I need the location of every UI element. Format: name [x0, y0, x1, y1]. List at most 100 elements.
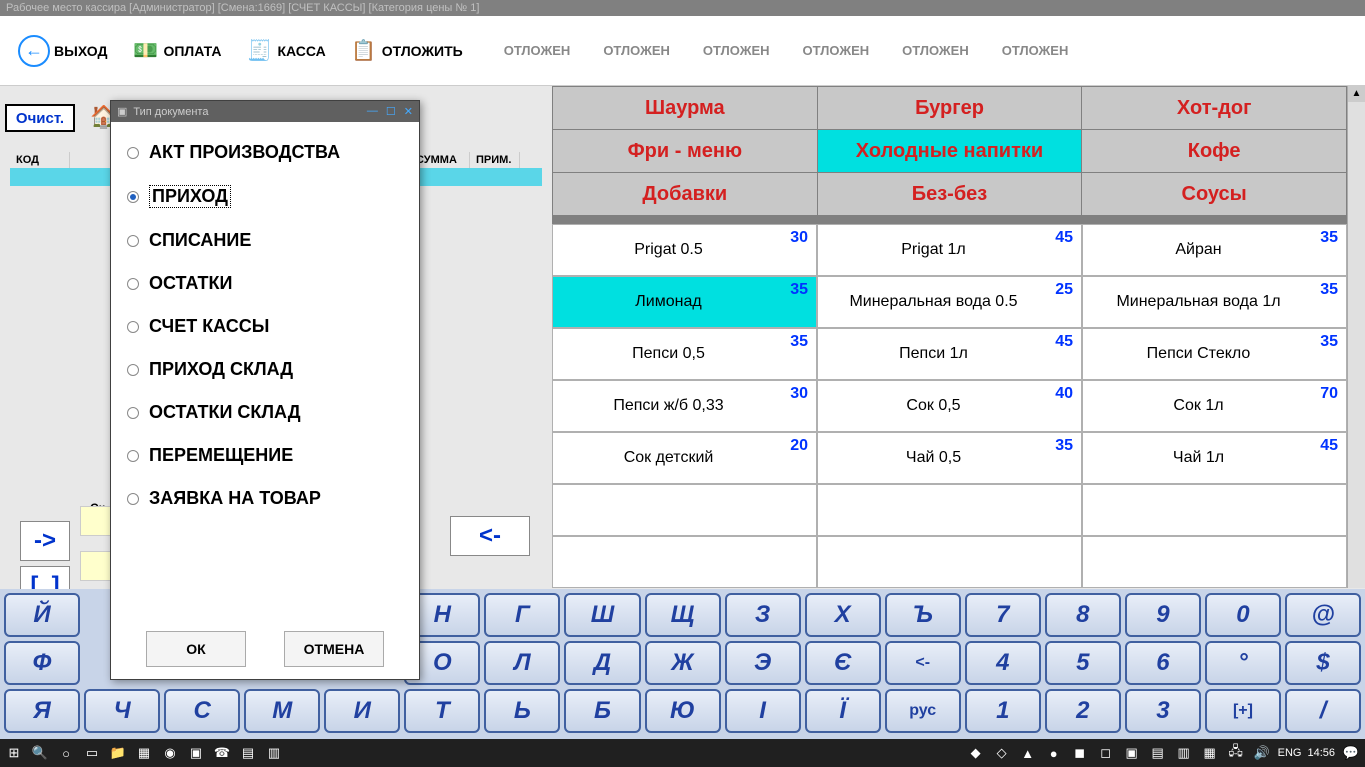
- category-5[interactable]: Кофе: [1082, 130, 1346, 172]
- product-14[interactable]: Чай 1л45: [1082, 432, 1347, 484]
- scrollbar[interactable]: ▲: [1347, 86, 1365, 588]
- key-2-14[interactable]: 3: [1125, 689, 1201, 733]
- delayed-6[interactable]: ОТЛОЖЕН: [1002, 43, 1069, 58]
- product-9[interactable]: Пепси ж/б 0,3330: [552, 380, 817, 432]
- product-empty[interactable]: [1082, 536, 1347, 588]
- key-0-9[interactable]: З: [725, 593, 801, 637]
- chrome-icon[interactable]: ◉: [160, 743, 180, 763]
- app-icon-2[interactable]: ▣: [186, 743, 206, 763]
- product-0[interactable]: Prigat 0.530: [552, 224, 817, 276]
- minimize-icon[interactable]: —: [367, 105, 378, 118]
- product-4[interactable]: Минеральная вода 0.525: [817, 276, 1082, 328]
- doc-type-option-3[interactable]: ОСТАТКИ: [127, 273, 403, 294]
- product-11[interactable]: Сок 1л70: [1082, 380, 1347, 432]
- tray-icon-4[interactable]: ●: [1044, 743, 1064, 763]
- key-2-4[interactable]: И: [324, 689, 400, 733]
- viber-icon[interactable]: ☎: [212, 743, 232, 763]
- arrow-right-button[interactable]: ->: [20, 521, 70, 561]
- product-1[interactable]: Prigat 1л45: [817, 224, 1082, 276]
- ok-button[interactable]: ОК: [146, 631, 246, 667]
- key-1-7[interactable]: Д: [564, 641, 640, 685]
- category-0[interactable]: Шаурма: [553, 87, 817, 129]
- cash-button[interactable]: 🧾 КАССА: [237, 31, 333, 71]
- doc-type-option-5[interactable]: ПРИХОД СКЛАД: [127, 359, 403, 380]
- key-2-0[interactable]: Я: [4, 689, 80, 733]
- tray-icon-8[interactable]: ▤: [1148, 743, 1168, 763]
- notifications-icon[interactable]: 💬: [1341, 743, 1361, 763]
- tray-icon-1[interactable]: ◆: [966, 743, 986, 763]
- product-empty[interactable]: [1082, 484, 1347, 536]
- app-icon-1[interactable]: ▦: [134, 743, 154, 763]
- explorer-icon[interactable]: 📁: [108, 743, 128, 763]
- key-2-2[interactable]: С: [164, 689, 240, 733]
- key-2-7[interactable]: Б: [564, 689, 640, 733]
- key-2-6[interactable]: Ь: [484, 689, 560, 733]
- product-10[interactable]: Сок 0,540: [817, 380, 1082, 432]
- category-3[interactable]: Фри - меню: [553, 130, 817, 172]
- clear-button[interactable]: Очист.: [5, 104, 75, 132]
- key-2-16[interactable]: /: [1285, 689, 1361, 733]
- doc-type-option-2[interactable]: СПИСАНИЕ: [127, 230, 403, 251]
- key-0-14[interactable]: 9: [1125, 593, 1201, 637]
- product-3[interactable]: Лимонад35: [552, 276, 817, 328]
- key-0-13[interactable]: 8: [1045, 593, 1121, 637]
- pay-button[interactable]: 💵 ОПЛАТА: [123, 31, 229, 71]
- delayed-2[interactable]: ОТЛОЖЕН: [603, 43, 670, 58]
- key-0-15[interactable]: 0: [1205, 593, 1281, 637]
- doc-type-option-6[interactable]: ОСТАТКИ СКЛАД: [127, 402, 403, 423]
- product-12[interactable]: Сок детский20: [552, 432, 817, 484]
- clock[interactable]: 14:56: [1307, 747, 1335, 759]
- product-empty[interactable]: [817, 536, 1082, 588]
- key-2-15[interactable]: [+]: [1205, 689, 1281, 733]
- tray-icon-6[interactable]: ◻: [1096, 743, 1116, 763]
- key-0-12[interactable]: 7: [965, 593, 1041, 637]
- tray-icon-10[interactable]: ▦: [1200, 743, 1220, 763]
- key-2-9[interactable]: І: [725, 689, 801, 733]
- key-0-11[interactable]: Ъ: [885, 593, 961, 637]
- key-2-12[interactable]: 1: [965, 689, 1041, 733]
- product-7[interactable]: Пепси 1л45: [817, 328, 1082, 380]
- app-icon-4[interactable]: ▥: [264, 743, 284, 763]
- key-0-7[interactable]: Ш: [564, 593, 640, 637]
- product-6[interactable]: Пепси 0,535: [552, 328, 817, 380]
- scroll-up-icon[interactable]: ▲: [1348, 86, 1365, 102]
- key-1-13[interactable]: 5: [1045, 641, 1121, 685]
- key-2-1[interactable]: Ч: [84, 689, 160, 733]
- key-1-11[interactable]: <-: [885, 641, 961, 685]
- tray-icon-2[interactable]: ◇: [992, 743, 1012, 763]
- arrow-left-button[interactable]: <-: [450, 516, 530, 556]
- windows-taskbar[interactable]: ⊞ 🔍 ○ ▭ 📁 ▦ ◉ ▣ ☎ ▤ ▥ ◆ ◇ ▲ ● ◼ ◻ ▣ ▤ ▥ …: [0, 739, 1365, 767]
- key-1-12[interactable]: 4: [965, 641, 1041, 685]
- product-empty[interactable]: [552, 536, 817, 588]
- key-2-8[interactable]: Ю: [645, 689, 721, 733]
- key-0-10[interactable]: Х: [805, 593, 881, 637]
- key-2-11[interactable]: рус: [885, 689, 961, 733]
- doc-type-option-8[interactable]: ЗАЯВКА НА ТОВАР: [127, 488, 403, 509]
- doc-type-option-1[interactable]: ПРИХОД: [127, 185, 403, 208]
- key-2-3[interactable]: М: [244, 689, 320, 733]
- tray-icon-3[interactable]: ▲: [1018, 743, 1038, 763]
- search-icon[interactable]: 🔍: [30, 743, 50, 763]
- doc-type-option-0[interactable]: АКТ ПРОИЗВОДСТВА: [127, 142, 403, 163]
- product-13[interactable]: Чай 0,535: [817, 432, 1082, 484]
- delayed-5[interactable]: ОТЛОЖЕН: [902, 43, 969, 58]
- taskview-icon[interactable]: ▭: [82, 743, 102, 763]
- maximize-icon[interactable]: ☐: [386, 105, 396, 118]
- category-1[interactable]: Бургер: [818, 87, 1082, 129]
- language-indicator[interactable]: ENG: [1278, 747, 1302, 759]
- category-2[interactable]: Хот-дог: [1082, 87, 1346, 129]
- product-empty[interactable]: [817, 484, 1082, 536]
- product-8[interactable]: Пепси Стекло35: [1082, 328, 1347, 380]
- key-1-14[interactable]: 6: [1125, 641, 1201, 685]
- category-4[interactable]: Холодные напитки: [818, 130, 1082, 172]
- cancel-button[interactable]: ОТМЕНА: [284, 631, 384, 667]
- key-1-8[interactable]: Ж: [645, 641, 721, 685]
- key-2-13[interactable]: 2: [1045, 689, 1121, 733]
- start-icon[interactable]: ⊞: [4, 743, 24, 763]
- network-icon[interactable]: 🖧: [1226, 743, 1246, 763]
- tray-icon-5[interactable]: ◼: [1070, 743, 1090, 763]
- key-2-10[interactable]: Ї: [805, 689, 881, 733]
- close-icon[interactable]: ✕: [404, 105, 413, 118]
- tray-icon-7[interactable]: ▣: [1122, 743, 1142, 763]
- product-empty[interactable]: [552, 484, 817, 536]
